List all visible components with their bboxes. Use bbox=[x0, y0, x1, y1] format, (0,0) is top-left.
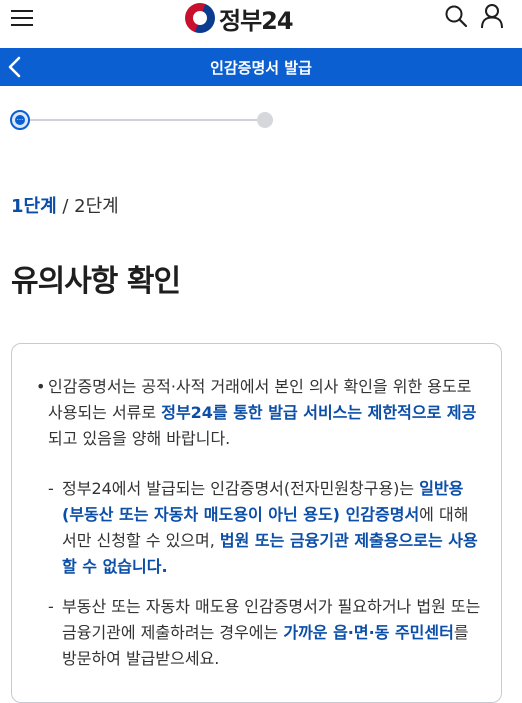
current-step-label: 1단계 bbox=[11, 196, 57, 217]
notice-text: 되고 있음을 양해 바랍니다. bbox=[48, 429, 231, 448]
notice-subitem: 정부24에서 발급되는 인감증명서(전자민원창구용)는 일반용(부동산 또는 자… bbox=[48, 476, 482, 580]
progress-stepper: ··· bbox=[10, 110, 275, 132]
user-icon[interactable] bbox=[480, 3, 504, 29]
section-heading: 유의사항 확인 bbox=[11, 264, 181, 299]
notice-subitem: 부동산 또는 자동차 매도용 인감증명서가 필요하거나 법원 또는 금융기관에 … bbox=[48, 594, 482, 672]
stepper-line bbox=[30, 119, 266, 121]
total-step-label: 2단계 bbox=[74, 196, 119, 217]
notice-highlight: 가까운 읍·면·동 주민센터 bbox=[283, 623, 454, 642]
notice-content: 인감증명서는 공적·사적 거래에서 본인 의사 확인을 위한 용도로 사용되는 … bbox=[36, 374, 482, 672]
title-bar: 인감증명서 발급 bbox=[0, 48, 522, 86]
notice-text: 정부24에서 발급되는 인감증명서(전자민원창구용)는 bbox=[62, 479, 420, 498]
current-step-dots: ··· bbox=[15, 115, 25, 125]
notice-item: 인감증명서는 공적·사적 거래에서 본인 의사 확인을 위한 용도로 사용되는 … bbox=[36, 374, 482, 452]
hamburger-menu-icon[interactable] bbox=[11, 8, 35, 28]
step-separator: / bbox=[56, 196, 75, 217]
page-title: 인감증명서 발급 bbox=[210, 59, 312, 77]
taegeuk-logo-icon bbox=[185, 3, 215, 33]
gov24-logo[interactable]: 정부24 bbox=[185, 2, 294, 35]
search-icon[interactable] bbox=[444, 4, 468, 28]
notice-highlight: 정부24를 통한 발급 서비스는 제한적으로 제공 bbox=[161, 403, 477, 422]
step-2-pending bbox=[257, 112, 273, 128]
step-indicator: 1단계 / 2단계 bbox=[11, 192, 119, 218]
step-1-current: ··· bbox=[10, 110, 30, 130]
logo-text: 정부24 bbox=[219, 6, 294, 35]
notice-box: 인감증명서는 공적·사적 거래에서 본인 의사 확인을 위한 용도로 사용되는 … bbox=[11, 343, 502, 703]
top-header: 정부24 bbox=[0, 0, 522, 48]
